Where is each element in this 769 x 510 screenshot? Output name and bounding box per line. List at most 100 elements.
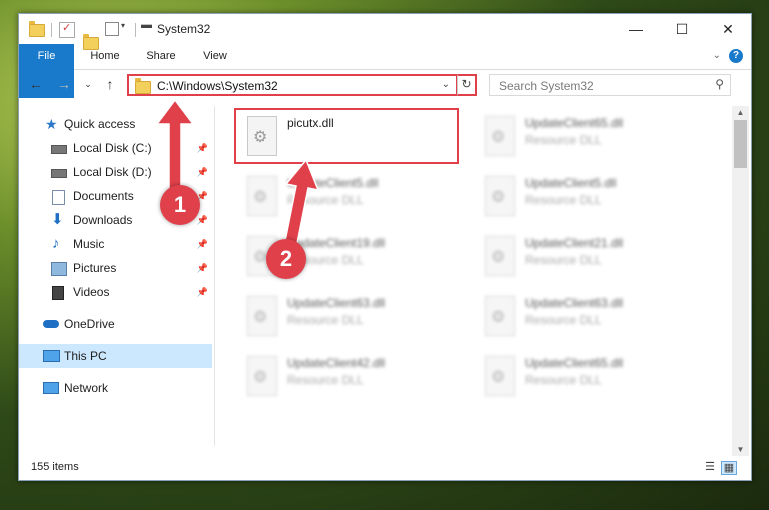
sidebar-item-label: Network — [64, 381, 109, 395]
file-item[interactable]: UpdateClient63.dll Resource DLL — [477, 290, 707, 344]
file-name: UpdateClient65.dll — [525, 356, 624, 370]
chevron-down-icon[interactable]: ⌄ — [442, 79, 450, 90]
sidebar-item-onedrive[interactable]: OneDrive — [19, 312, 212, 336]
details-view-icon[interactable]: ☰ — [703, 461, 717, 473]
file-item[interactable]: UpdateClient65.dll Resource DLL — [477, 350, 707, 404]
file-type: Resource DLL — [525, 253, 602, 267]
sidebar-item-label: Videos — [73, 285, 110, 299]
minimize-button[interactable]: — — [613, 14, 659, 44]
file-name: UpdateClient63.dll — [287, 296, 386, 310]
step-badge-2: 2 — [266, 239, 306, 279]
help-icon[interactable]: ? — [729, 49, 743, 63]
file-item[interactable]: UpdateClient65.dll Resource DLL — [477, 110, 707, 164]
close-icon: ✕ — [722, 21, 734, 37]
up-arrow-icon[interactable]: ↑ — [101, 76, 119, 92]
pane-divider[interactable] — [214, 106, 215, 446]
scroll-down-icon[interactable]: ▼ — [732, 445, 749, 454]
folder-icon[interactable] — [29, 21, 45, 37]
pin-icon[interactable]: 📌 — [197, 232, 208, 256]
file-item[interactable]: UpdateClient5.dll Resource DLL — [477, 170, 707, 224]
file-type: Resource DLL — [525, 313, 602, 327]
window-title: System32 — [157, 22, 211, 36]
customize-icon[interactable] — [105, 22, 119, 36]
dll-file-icon — [485, 176, 515, 216]
search-placeholder: Search System32 — [499, 79, 594, 93]
star-icon: ★ — [45, 116, 58, 132]
status-bar: 155 items ☰ ▦ — [19, 456, 751, 480]
file-type: Resource DLL — [525, 373, 602, 387]
back-arrow-icon[interactable]: ← — [27, 76, 45, 92]
pin-icon[interactable]: 📌 — [197, 256, 208, 280]
sidebar-item-pictures[interactable]: Pictures 📌 — [19, 256, 212, 280]
maximize-icon: ☐ — [675, 21, 689, 37]
separator — [51, 23, 52, 37]
ribbon-tabs: File Home Share View ⌄ ? — [19, 44, 751, 98]
sidebar-item-label: Local Disk (D:) — [73, 165, 152, 179]
documents-icon — [52, 190, 65, 205]
file-type: Resource DLL — [525, 133, 602, 147]
sidebar-item-this-pc[interactable]: This PC — [19, 344, 212, 368]
dll-file-icon — [247, 296, 277, 336]
file-name: UpdateClient42.dll — [287, 356, 386, 370]
highlight-box — [234, 108, 459, 164]
search-icon: ⚲ — [715, 77, 724, 91]
refresh-button[interactable]: ↻ — [457, 74, 477, 96]
large-icons-view-icon[interactable]: ▦ — [721, 461, 737, 475]
drive-icon — [51, 169, 67, 178]
file-name: UpdateClient65.dll — [525, 116, 624, 130]
refresh-icon: ↻ — [461, 77, 472, 91]
sidebar-item-label: OneDrive — [64, 317, 115, 331]
scroll-up-icon[interactable]: ▲ — [732, 108, 749, 117]
chevron-down-icon[interactable]: ▾ — [121, 21, 125, 37]
address-path: C:\Windows\System32 — [157, 79, 278, 93]
network-icon — [43, 382, 59, 394]
forward-arrow-icon[interactable]: → — [55, 76, 73, 92]
pin-icon[interactable]: 📌 — [197, 280, 208, 304]
address-bar[interactable]: C:\Windows\System32 ⌄ — [127, 74, 458, 96]
download-icon: ⬇ — [51, 211, 64, 228]
file-item[interactable]: UpdateClient21.dll Resource DLL — [477, 230, 707, 284]
file-type: Resource DLL — [287, 373, 364, 387]
explorer-window: ✓ ▾ ▬ System32 — ☐ ✕ File Home Share Vie… — [18, 13, 752, 481]
step-badge-1: 1 — [160, 185, 200, 225]
file-name: UpdateClient21.dll — [525, 236, 624, 250]
file-item[interactable]: UpdateClient63.dll Resource DLL — [239, 290, 469, 344]
navigation-bar: ← → ⌄ ↑ C:\Windows\System32 ⌄ ↻ Search S… — [19, 70, 751, 100]
tab-share[interactable]: Share — [137, 44, 185, 69]
tab-home[interactable]: Home — [81, 44, 129, 69]
pictures-icon — [51, 262, 67, 276]
scrollbar-thumb[interactable] — [734, 120, 747, 168]
pin-icon: ▬ — [141, 19, 152, 31]
dll-file-icon — [485, 356, 515, 396]
cloud-icon — [43, 320, 59, 328]
minimize-icon: — — [629, 21, 643, 37]
dll-file-icon — [247, 356, 277, 396]
item-count: 155 items — [31, 461, 79, 473]
recent-locations-icon[interactable]: ⌄ — [79, 79, 97, 90]
tab-view[interactable]: View — [195, 44, 235, 69]
music-icon: ♪ — [52, 235, 60, 252]
file-item[interactable]: UpdateClient42.dll Resource DLL — [239, 350, 469, 404]
sidebar-item-music[interactable]: ♪ Music 📌 — [19, 232, 212, 256]
sidebar-item-label: Documents — [73, 189, 134, 203]
drive-icon — [51, 145, 67, 154]
search-input[interactable]: Search System32 ⚲ — [489, 74, 731, 96]
chevron-down-icon[interactable]: ⌄ — [713, 50, 721, 61]
sidebar-item-network[interactable]: Network — [19, 376, 212, 400]
dll-file-icon — [485, 236, 515, 276]
vertical-scrollbar[interactable]: ▲ ▼ — [732, 106, 749, 456]
file-type: Resource DLL — [525, 193, 602, 207]
sidebar-item-label: Pictures — [73, 261, 117, 275]
sidebar-item-label: Music — [73, 237, 105, 251]
close-button[interactable]: ✕ — [705, 14, 751, 44]
properties-icon[interactable]: ✓ — [59, 22, 75, 38]
dll-file-icon — [485, 116, 515, 156]
sidebar-item-videos[interactable]: Videos 📌 — [19, 280, 212, 304]
sidebar-item-label: Local Disk (C:) — [73, 141, 152, 155]
sidebar-item-label: Quick access — [64, 117, 136, 131]
folder-icon — [135, 78, 151, 94]
maximize-button[interactable]: ☐ — [659, 14, 705, 44]
computer-icon — [43, 350, 60, 362]
dll-file-icon — [485, 296, 515, 336]
file-type: Resource DLL — [287, 313, 364, 327]
